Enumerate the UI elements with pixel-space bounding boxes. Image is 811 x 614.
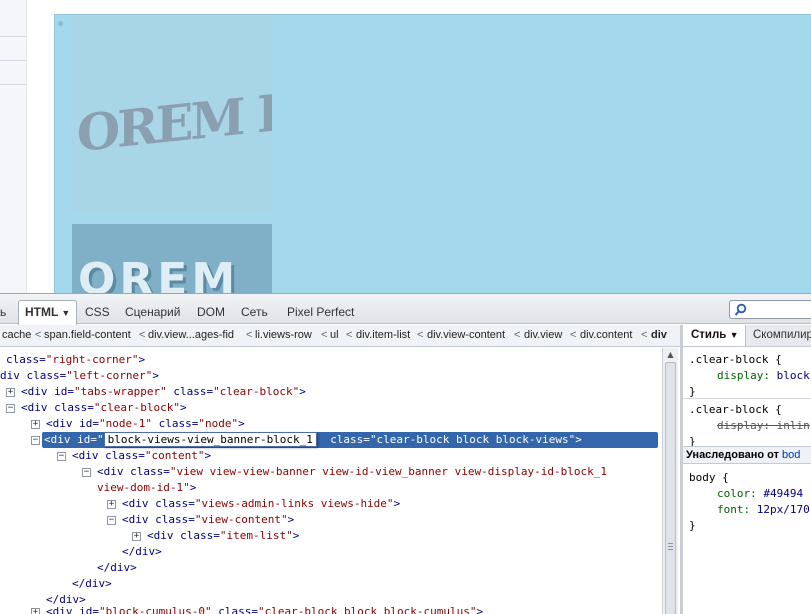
collapse-icon[interactable]: − [107,516,116,525]
search-icon [734,303,747,316]
page-left-gutter [0,0,27,293]
css-rule-selector[interactable]: .clear-block { [689,402,782,418]
breadcrumb-item[interactable]: li.views-row [255,329,312,341]
breadcrumb-item[interactable]: div.content [580,329,632,341]
css-declaration[interactable]: display: block [717,368,810,384]
scrollbar-thumb[interactable] [665,362,676,614]
html-tree: class="right-corner"> div class="left-co… [0,348,662,614]
css-declaration-overridden[interactable]: display: inlin [717,418,810,434]
rule-divider [683,398,811,399]
tab-net[interactable]: Сеть [241,301,268,323]
lorem-3d-graphic: OREM [78,254,240,293]
tree-node[interactable]: <div class="view-content"> [122,512,294,528]
tree-node[interactable]: <div id="node-1" class="node"> [46,416,245,432]
inherited-label: Унаследовано от [686,449,779,461]
tree-node[interactable]: <div class="clear-block"> [21,400,187,416]
breadcrumb-separator: < [346,329,353,341]
gutter-divider [0,36,27,37]
tab-html-label: HTML [25,305,59,319]
style-panel: .clear-block { display: block } .clear-b… [683,348,811,614]
inherited-from-link[interactable]: bod [782,449,800,461]
tree-node[interactable]: <div class="views-admin-links views-hide… [122,496,400,512]
collapse-icon[interactable]: − [82,468,91,477]
firebug-toolbar: ь HTML ▼ CSS Сценарий DOM Сеть Pixel Perf… [0,294,811,325]
tree-node-selected[interactable]: <div id=" block-views-view_banner-block_1… [42,432,658,448]
search-input[interactable] [729,300,811,319]
expand-icon[interactable]: + [132,532,141,541]
css-rule-close: } [689,519,696,532]
expand-icon[interactable]: + [31,420,40,429]
expand-icon[interactable]: + [107,500,116,509]
tree-node[interactable]: <div class="view view-view-banner view-i… [97,464,607,480]
breadcrumb-separator: < [35,329,42,341]
grip-line [668,549,673,550]
breadcrumb-separator: < [641,329,648,341]
attribute-edit-input[interactable]: block-views-view_banner-block_1 [103,432,317,447]
css-declaration[interactable]: font: 12px/170 [717,502,810,518]
css-rule-selector[interactable]: body { [689,470,729,486]
breadcrumb-item[interactable]: div.view...ages-fid [148,329,234,341]
tree-node[interactable]: <div class="item-list"> [147,528,299,544]
breadcrumb-item-current[interactable]: div [651,329,667,341]
tree-node-close[interactable]: </div> [122,544,162,560]
tree-node[interactable]: <div id="tabs-wrapper" class="clear-bloc… [21,384,306,400]
firebug-panel: ь HTML ▼ CSS Сценарий DOM Сеть Pixel Perf… [0,293,811,614]
tree-node[interactable]: class="right-corner"> [6,352,145,368]
breadcrumb-separator: < [246,329,253,341]
tab-computed[interactable]: Скомпилир [753,325,811,346]
banner-image-lorem[interactable]: OREM IPSU [72,16,272,212]
tab-pixel-perfect[interactable]: Pixel Perfect [287,301,354,323]
grip-line [668,543,673,544]
breadcrumb-item[interactable]: div.item-list [356,329,410,341]
tree-node-continuation: view-dom-id-1"> [97,481,197,494]
tree-node-close[interactable]: </div> [72,576,112,592]
breadcrumb-item[interactable]: span.field-content [44,329,131,341]
tab-css[interactable]: CSS [85,301,110,323]
tab-html[interactable]: HTML ▼ [18,300,78,325]
gutter-divider [0,60,27,61]
dropdown-arrow-icon: ▼ [61,308,71,318]
tab-script[interactable]: Сценарий [125,301,180,323]
scroll-up-icon[interactable]: ▲ [665,350,676,361]
screen: OREM IPSU OREM ь HTML ▼ CSS Сценарий DOM … [0,0,811,614]
inherited-from-header: Унаследовано от bod [683,446,811,464]
breadcrumb-separator: < [321,329,328,341]
tree-node[interactable]: <div id="block-cumulus-0" class="clear-b… [46,604,483,614]
breadcrumb-separator: < [514,329,521,341]
tab-style-label: Стиль [691,329,727,341]
tree-node[interactable]: <div class="content"> [72,448,211,464]
tab-cut-off[interactable]: ь [0,301,6,323]
breadcrumb-item[interactable]: cache [2,329,31,341]
tree-scrollbar[interactable]: ▲ [662,348,678,614]
expand-icon[interactable]: + [6,388,15,397]
dropdown-arrow-icon: ▼ [729,330,739,340]
tab-style[interactable]: Стиль ▼ [683,325,746,346]
collapse-icon[interactable]: − [31,436,40,445]
collapse-icon[interactable]: − [6,404,15,413]
tab-dom[interactable]: DOM [197,301,225,323]
collapse-icon[interactable]: − [57,452,66,461]
breadcrumb-separator: < [139,329,146,341]
tree-node-close[interactable]: </div> [97,560,137,576]
breadcrumb-item[interactable]: ul [330,329,339,341]
gutter-divider [0,84,27,85]
css-declaration[interactable]: color: #49494 [717,486,803,502]
breadcrumb-item[interactable]: div.view-content [427,329,505,341]
breadcrumb-separator: < [417,329,424,341]
breadcrumb-item[interactable]: div.view [524,329,562,341]
css-rule-selector[interactable]: .clear-block { [689,352,782,368]
expand-icon[interactable]: + [31,608,40,614]
grip-line [668,546,673,547]
breadcrumb: cache < span.field-content < div.view...… [0,325,680,347]
tree-node[interactable]: div class="left-corner"> [0,368,159,384]
breadcrumb-separator: < [570,329,577,341]
lorem-ipsum-graphic: OREM IPSU [76,71,272,164]
inspected-page: OREM IPSU OREM [0,0,811,293]
banner-image-lorem-3d[interactable]: OREM [72,224,272,293]
corner-marker [58,21,63,26]
side-panel-tabs: Стиль ▼ Скомпилир [683,325,811,347]
